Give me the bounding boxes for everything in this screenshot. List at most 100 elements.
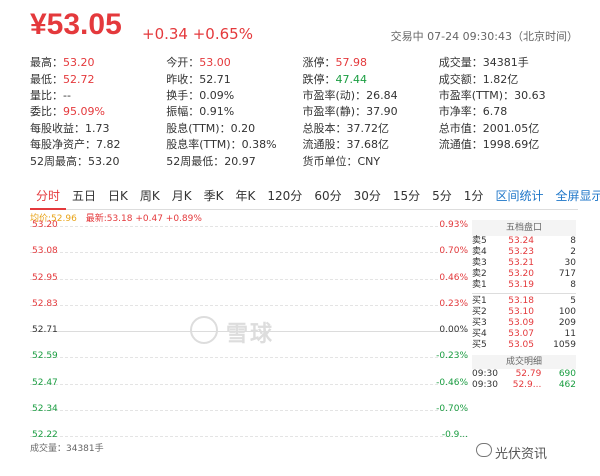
order-book-divider bbox=[472, 293, 576, 294]
stat-key: 每股净资产： bbox=[30, 138, 96, 152]
fullscreen-link[interactable]: 全屏显示 bbox=[549, 182, 600, 210]
stat-value: 57.98 bbox=[335, 56, 368, 70]
stat-key: 总股本： bbox=[302, 121, 347, 135]
stat-key: 跌停： bbox=[302, 72, 336, 86]
y-axis-label: 52.22 bbox=[32, 430, 58, 440]
grid-line bbox=[30, 436, 468, 437]
y-axis-label: 53.08 bbox=[32, 246, 58, 257]
tab-period[interactable]: 年K bbox=[230, 182, 262, 210]
stat-value: 0.91% bbox=[199, 105, 235, 119]
tab-period[interactable]: 15分 bbox=[387, 182, 426, 210]
level-label: 买1 bbox=[472, 296, 487, 306]
stat-key: 流通股： bbox=[302, 138, 347, 152]
watermark: 雪球 bbox=[226, 322, 275, 347]
tab-period[interactable]: 分时 bbox=[30, 182, 67, 210]
stat-item: 最高：53.20 bbox=[30, 54, 166, 70]
stat-item: 最低：52.72 bbox=[30, 71, 166, 87]
stat-item: 流通值：1998.69亿 bbox=[439, 136, 575, 152]
ask-row: 卖1 53.19 8 bbox=[472, 280, 576, 291]
tab-period[interactable]: 月K bbox=[166, 182, 198, 210]
level-price: 53.21 bbox=[508, 258, 534, 268]
trade-volume: 462 bbox=[558, 380, 577, 390]
stat-value: -- bbox=[63, 88, 71, 102]
stat-key: 最低： bbox=[30, 72, 63, 86]
stats-row: 委比：95.09% 振幅：0.91% 市盈率(静)：37.90 市净率：6.78 bbox=[30, 103, 575, 119]
order-book: 五档盘口 卖5 53.24 8 卖4 53.23 2 卖3 53.21 30 卖2 53.20 717… bbox=[472, 220, 576, 391]
y-axis-label: 52.95 bbox=[32, 272, 58, 283]
stat-item: 市盈率(静)：37.90 bbox=[303, 103, 439, 119]
trade-row: 09:30 52.9... 462 bbox=[472, 380, 576, 391]
stat-key: 昨收： bbox=[166, 72, 200, 86]
stat-key: 成交额： bbox=[438, 72, 483, 86]
stat-item: 振幅：0.91% bbox=[166, 103, 302, 119]
trade-row: 09:30 52.79 690 bbox=[472, 369, 576, 380]
stat-value: 26.84 bbox=[366, 88, 398, 102]
tab-period[interactable]: 五日 bbox=[66, 182, 102, 210]
level-label: 卖1 bbox=[472, 280, 487, 290]
stat-key: 最高： bbox=[30, 56, 63, 70]
level-volume: 1059 bbox=[553, 340, 576, 350]
stats-row: 每股净资产：7.82 股息率(TTM)：0.38% 流通股：37.68亿 流通值：19… bbox=[30, 136, 575, 152]
price-change: +0.34 +0.65% bbox=[142, 25, 253, 43]
level-volume: 5 bbox=[570, 296, 576, 306]
stat-item: 量比：-- bbox=[30, 87, 166, 103]
level-label: 买5 bbox=[472, 340, 487, 350]
stat-key: 52周最低： bbox=[166, 154, 225, 168]
level-volume: 717 bbox=[558, 269, 576, 279]
pct-axis-label: 0.46% bbox=[439, 272, 468, 283]
stat-item: 跌停：47.44 bbox=[303, 71, 439, 87]
stat-value: 52.72 bbox=[63, 72, 95, 86]
tab-period[interactable]: 30分 bbox=[348, 182, 387, 210]
tab-period[interactable]: 季K bbox=[198, 182, 230, 210]
stat-key: 总市值： bbox=[438, 121, 483, 135]
xueqiu-logo-icon bbox=[190, 316, 218, 344]
stat-item: 成交额：1.82亿 bbox=[439, 71, 575, 87]
trade-time: 09:30 bbox=[472, 369, 498, 379]
tab-period[interactable]: 周K bbox=[134, 182, 166, 210]
stat-key: 委比： bbox=[30, 105, 63, 119]
stat-value: 37.68亿 bbox=[346, 138, 390, 152]
stat-value: 0.38% bbox=[241, 138, 277, 152]
stat-item: 股息率(TTM)：0.38% bbox=[166, 136, 302, 152]
level-price: 53.10 bbox=[508, 307, 534, 317]
stat-key: 成交量： bbox=[438, 56, 483, 70]
stats-row: 每股收益：1.73 股息(TTM)：0.20 总股本：37.72亿 总市值：2001.… bbox=[30, 120, 575, 136]
stat-value: 52.71 bbox=[199, 72, 231, 86]
trade-volume: 690 bbox=[558, 369, 577, 379]
bid-row: 买1 53.18 5 bbox=[472, 296, 576, 307]
grid-line bbox=[30, 409, 468, 411]
level-label: 卖5 bbox=[472, 236, 487, 246]
stat-key: 今开： bbox=[166, 56, 200, 70]
pct-axis-label: -0.46% bbox=[436, 377, 468, 388]
stat-key: 市净率： bbox=[438, 105, 483, 119]
stat-value: 34381手 bbox=[482, 56, 529, 70]
interval-stats-link[interactable]: 区间统计 bbox=[489, 182, 549, 210]
tab-period[interactable]: 120分 bbox=[261, 182, 308, 210]
stat-value: 53.20 bbox=[63, 56, 95, 70]
stat-item: 总股本：37.72亿 bbox=[303, 120, 439, 136]
stat-value: CNY bbox=[357, 154, 381, 168]
stat-key: 涨停： bbox=[302, 56, 336, 70]
tab-period[interactable]: 5分 bbox=[426, 182, 458, 210]
tab-period[interactable]: 1分 bbox=[458, 182, 490, 210]
stat-item: 今开：53.00 bbox=[166, 54, 302, 70]
current-price: ¥53.05 bbox=[30, 8, 122, 41]
grid-line bbox=[30, 357, 468, 359]
stat-value: 2001.05亿 bbox=[482, 121, 540, 135]
stats-row: 最高：53.20 今开：53.00 涨停：57.98 成交量：34381手 bbox=[30, 54, 575, 70]
stat-item: 换手：0.09% bbox=[166, 87, 302, 103]
tab-period[interactable]: 60分 bbox=[308, 182, 347, 210]
bid-row: 买3 53.09 209 bbox=[472, 318, 576, 329]
pct-axis-label: -0.23% bbox=[436, 351, 468, 362]
trades-title: 成交明细 bbox=[472, 355, 576, 369]
stat-item: 52周最低：20.97 bbox=[166, 153, 302, 169]
stat-key: 52周最高： bbox=[30, 154, 88, 168]
level-label: 买2 bbox=[472, 307, 487, 317]
chart-period-tabs: 分时 五日 日K 周K 月K 季K 年K 120分 60分 30分 15分 5分 1分 区间统计 全屏显示 bbox=[30, 182, 600, 210]
stats-row: 量比：-- 换手：0.09% 市盈率(动)：26.84 市盈率(TTM)：30.63 bbox=[30, 87, 575, 103]
stat-item: 昨收：52.71 bbox=[166, 71, 302, 87]
stat-value: 6.78 bbox=[482, 105, 508, 119]
stat-value: 47.44 bbox=[335, 72, 368, 86]
tab-period[interactable]: 日K bbox=[102, 182, 134, 210]
stat-key: 流通值： bbox=[438, 138, 483, 152]
